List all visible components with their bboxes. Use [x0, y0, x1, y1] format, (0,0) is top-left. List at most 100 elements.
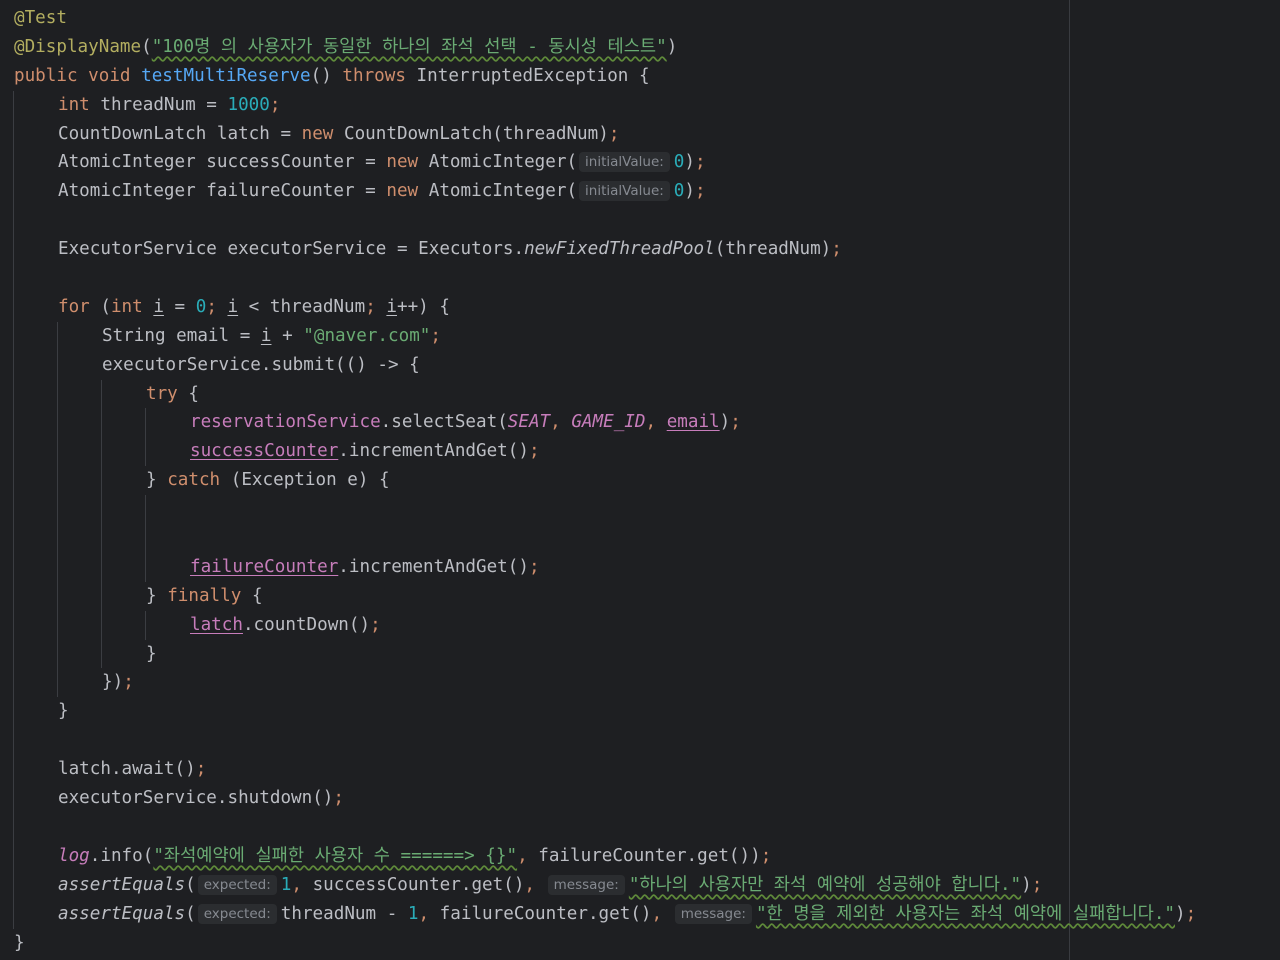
code-token: (threadNum): [714, 239, 832, 260]
indent-guide: [13, 755, 14, 785]
code-token: void: [88, 65, 142, 86]
code-line[interactable]: latch.await();: [0, 755, 1280, 785]
code-token: 0: [673, 152, 685, 173]
code-token: AtomicInteger(: [428, 181, 578, 202]
code-token: assertEquals: [58, 874, 186, 895]
code-line[interactable]: try {: [0, 379, 1280, 409]
code-line[interactable]: reservationService.selectSeat(SEAT, GAME…: [0, 408, 1280, 438]
code-line[interactable]: }: [0, 639, 1280, 669]
code-token: .countDown(): [242, 614, 371, 635]
code-line[interactable]: @DisplayName("100명 의 사용자가 동일한 하나의 좌석 선택 …: [0, 33, 1280, 62]
code-line[interactable]: } finally {: [0, 581, 1280, 611]
code-token: }: [146, 470, 168, 491]
code-line[interactable]: ExecutorService executorService = Execut…: [0, 235, 1280, 265]
code-line[interactable]: public void testMultiReserve() throws In…: [0, 62, 1280, 91]
code-line[interactable]: String email = i + "@naver.com";: [0, 321, 1280, 351]
code-token: email: [666, 412, 720, 433]
code-line[interactable]: assertEquals(expected: threadNum - 1, fai…: [0, 899, 1280, 929]
indent-guide: [145, 524, 146, 553]
code-line[interactable]: executorService.shutdown();: [0, 784, 1280, 813]
code-line[interactable]: }: [0, 697, 1280, 727]
code-line[interactable]: failureCounter.incrementAndGet();: [0, 552, 1280, 582]
code-line[interactable]: assertEquals(expected: 1, successCounter.…: [0, 870, 1280, 900]
code-token: failureCounter: [190, 556, 339, 577]
code-token: ++) {: [396, 296, 450, 317]
code-token: new: [386, 152, 429, 173]
code-token: threadNum =: [100, 94, 228, 115]
code-token: latch.await(): [58, 759, 196, 780]
indent-guide: [101, 495, 102, 525]
code-token: CountDownLatch latch =: [58, 123, 302, 144]
code-token: ): [1175, 903, 1186, 924]
code-editor[interactable]: @Test @DisplayName("100명 의 사용자가 동일한 하나의 좌…: [0, 0, 1280, 960]
code-token: for: [58, 296, 101, 317]
code-line[interactable]: [0, 812, 1280, 842]
code-token: testMultiReserve: [141, 65, 311, 86]
code-token: ;: [608, 123, 620, 144]
code-line[interactable]: [0, 524, 1280, 553]
indent-guide: [13, 177, 14, 207]
code-token: ;: [694, 152, 706, 173]
code-lines: @Test @DisplayName("100명 의 사용자가 동일한 하나의 좌…: [0, 4, 1280, 957]
code-token: ;: [1185, 903, 1197, 924]
parameter-hint: initialValue:: [579, 152, 670, 173]
indent-guide: [13, 697, 14, 727]
code-token: "하나의 사용자만 좌석 예약에 성공해야 합니다.": [628, 874, 1022, 895]
code-token: (): [310, 65, 343, 86]
indent-guide: [57, 668, 58, 698]
code-token: ;: [528, 441, 540, 462]
code-token: }: [58, 701, 69, 722]
code-token: ): [684, 181, 695, 202]
indent-guide: [101, 610, 102, 640]
code-line[interactable]: AtomicInteger successCounter = new Atomi…: [0, 148, 1280, 178]
code-line[interactable]: int threadNum = 1000;: [0, 90, 1280, 120]
code-line[interactable]: for (int i = 0; i < threadNum; i++) {: [0, 292, 1280, 322]
indent-guide: [13, 668, 14, 698]
indent-guide: [13, 321, 14, 351]
indent-guide: [57, 321, 58, 351]
code-line[interactable]: [0, 264, 1280, 293]
code-line[interactable]: CountDownLatch latch = new CountDownLatc…: [0, 119, 1280, 149]
indent-guide: [13, 90, 14, 120]
code-token: GAME_ID: [571, 412, 646, 433]
code-line[interactable]: log.info("좌석예약에 실패한 사용자 수 ======> {}", f…: [0, 841, 1280, 871]
indent-guide: [145, 610, 146, 640]
code-token: executorService.shutdown(): [58, 788, 334, 809]
code-line[interactable]: @Test: [0, 4, 1280, 33]
code-token: ;: [831, 239, 842, 260]
code-line[interactable]: } catch (Exception e) {: [0, 466, 1280, 496]
code-token: failureCounter.get()): [538, 845, 761, 866]
code-token: ;: [430, 325, 441, 346]
code-token: InterruptedException {: [416, 65, 650, 86]
indent-guide: [13, 264, 14, 293]
code-token: ,: [550, 412, 572, 433]
code-token: AtomicInteger successCounter =: [58, 152, 387, 173]
code-token: String email =: [102, 325, 261, 346]
indent-guide: [101, 581, 102, 611]
code-token: log: [58, 845, 90, 866]
code-line[interactable]: [0, 726, 1280, 756]
indent-guide: [13, 350, 14, 380]
code-token: (: [185, 874, 196, 895]
code-line[interactable]: executorService.submit(() -> {: [0, 350, 1280, 380]
code-line[interactable]: });: [0, 668, 1280, 698]
code-line[interactable]: AtomicInteger failureCounter = new Atomi…: [0, 177, 1280, 207]
code-token: }): [102, 672, 124, 693]
code-token: ;: [528, 556, 540, 577]
indent-guide: [13, 841, 14, 871]
code-token: AtomicInteger(: [428, 152, 578, 173]
code-token: new: [386, 181, 429, 202]
code-token: "좌석예약에 실패한 사용자 수 ======> {}": [153, 845, 518, 866]
code-line[interactable]: successCounter.incrementAndGet();: [0, 437, 1280, 467]
indent-guide: [13, 524, 14, 553]
code-line[interactable]: }: [0, 929, 1280, 958]
code-line[interactable]: [0, 495, 1280, 525]
indent-guide: [13, 466, 14, 496]
indent-guide: [13, 379, 14, 409]
code-line[interactable]: latch.countDown();: [0, 610, 1280, 640]
code-token: i: [386, 296, 397, 317]
code-line[interactable]: [0, 206, 1280, 236]
code-token: public: [14, 65, 89, 86]
code-token: successCounter: [190, 441, 339, 462]
code-token: < threadNum: [238, 296, 366, 317]
